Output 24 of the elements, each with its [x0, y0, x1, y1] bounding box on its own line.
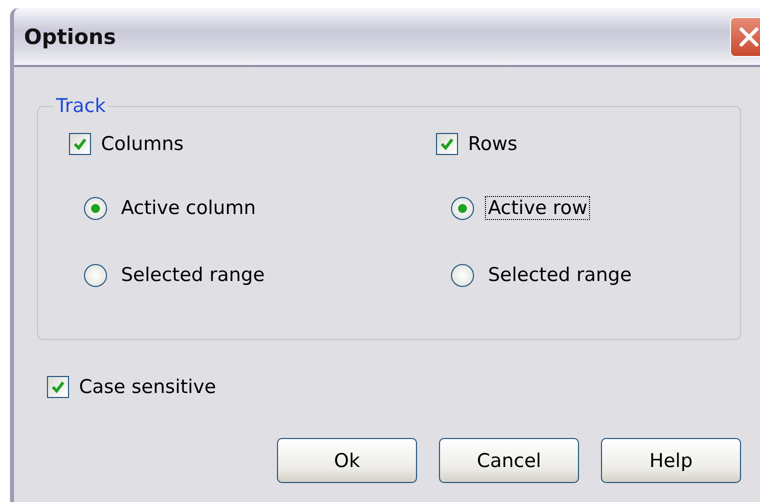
radio-option[interactable]: Selected range — [84, 260, 436, 290]
radio-option[interactable]: Selected range — [451, 260, 740, 290]
radio-button[interactable] — [84, 196, 107, 220]
window-title: Options — [24, 24, 116, 48]
radio-option[interactable]: Active column — [84, 193, 436, 223]
checkbox-option[interactable]: Case sensitive — [47, 372, 760, 402]
group-label: Track — [55, 95, 107, 117]
dialog-button[interactable]: Cancel — [439, 438, 579, 483]
checkbox[interactable] — [47, 376, 69, 398]
dialog-button[interactable]: Ok — [277, 438, 417, 483]
radio-button[interactable] — [451, 264, 474, 286]
checkbox[interactable] — [69, 133, 91, 155]
close-button[interactable] — [730, 16, 760, 56]
checkbox-option[interactable]: Columns — [69, 129, 436, 159]
radio-button[interactable] — [84, 264, 107, 286]
check-icon — [50, 379, 66, 395]
checkbox-option[interactable]: Rows — [436, 129, 740, 159]
checkbox[interactable] — [436, 133, 458, 155]
check-icon — [439, 136, 455, 152]
check-icon — [72, 136, 88, 152]
close-icon — [738, 26, 760, 48]
dialog-button[interactable]: Help — [601, 438, 741, 483]
radio-button[interactable] — [451, 196, 474, 220]
radio-option[interactable]: Active row — [451, 193, 740, 223]
